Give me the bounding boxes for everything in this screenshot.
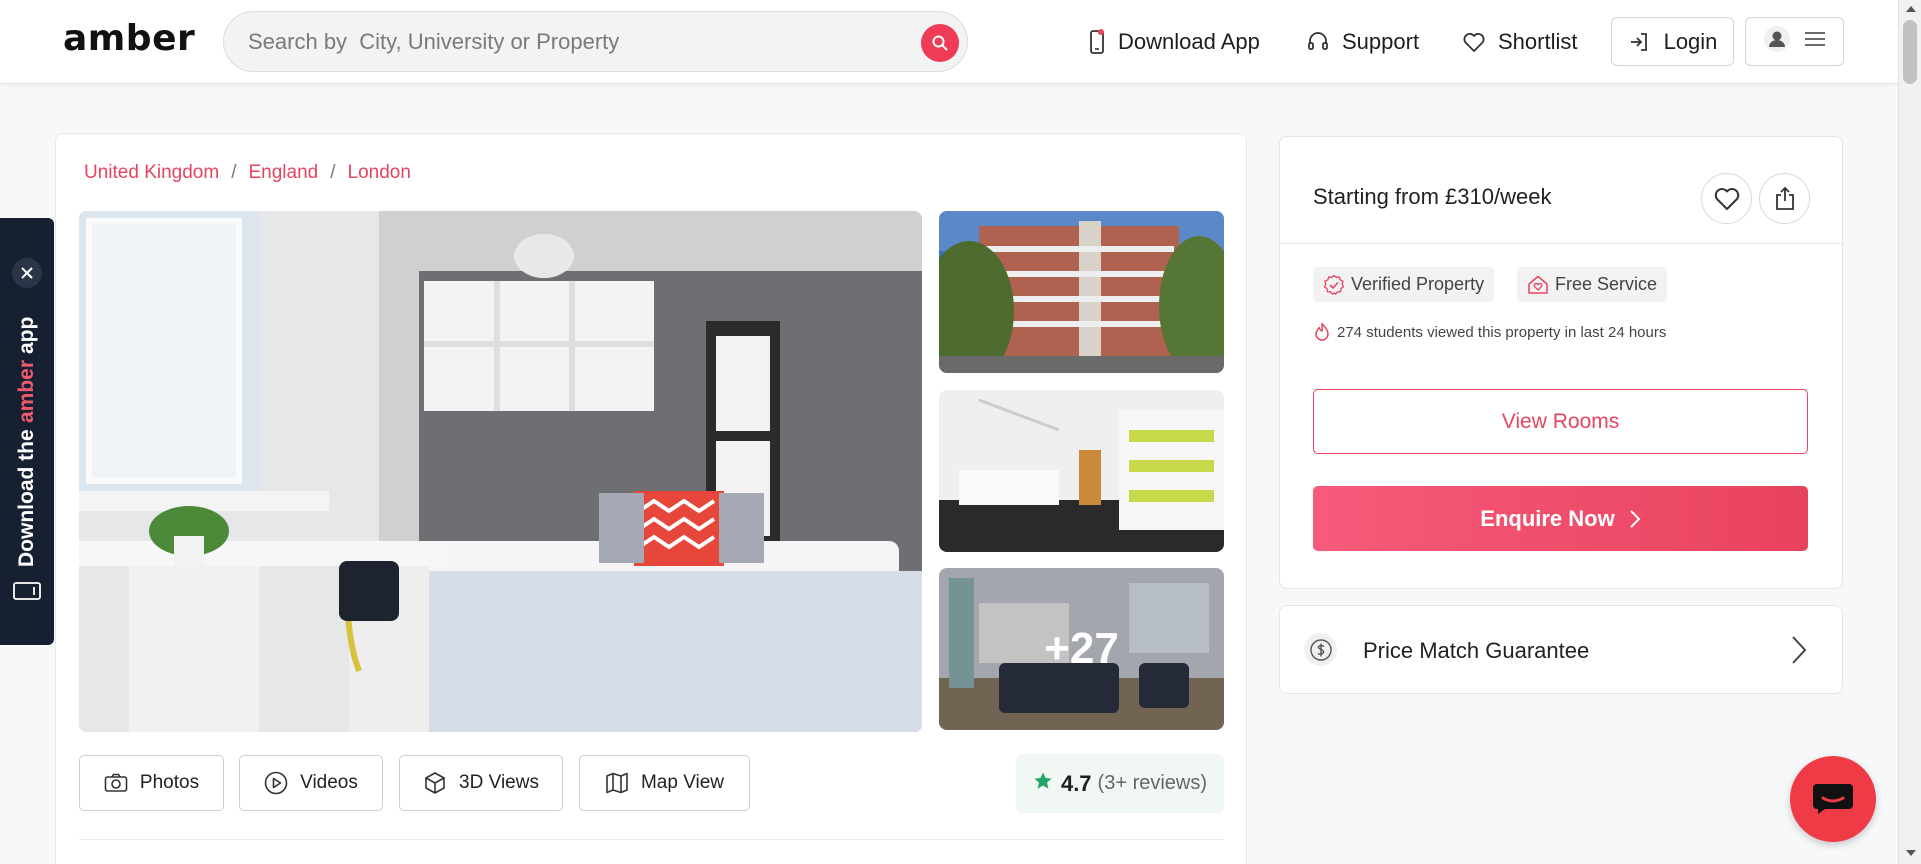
- map-view-button[interactable]: Map View: [579, 755, 750, 811]
- enquire-now-button[interactable]: Enquire Now: [1313, 486, 1808, 551]
- fire-icon: [1313, 322, 1331, 342]
- booking-panel-header: Starting from £310/week: [1280, 137, 1842, 244]
- star-icon: [1033, 771, 1053, 797]
- scroll-down-arrow[interactable]: [1906, 850, 1916, 856]
- download-app-label: Download App: [1118, 29, 1260, 54]
- breadcrumb-item-city[interactable]: London: [348, 162, 411, 184]
- device-icon: [12, 580, 42, 602]
- free-service-label: Free Service: [1555, 274, 1658, 294]
- chevron-right-icon: [1790, 634, 1808, 666]
- gallery-thumbnail[interactable]: [939, 390, 1224, 552]
- 3d-views-label: 3D Views: [459, 772, 539, 793]
- map-icon: [605, 772, 629, 794]
- property-gallery-card: United Kingdom / England / London +27 Ph…: [55, 133, 1247, 864]
- rating-reviews-count: (3+ reviews): [1097, 772, 1208, 794]
- heart-icon: [1714, 187, 1739, 210]
- scroll-thumb[interactable]: [1903, 20, 1917, 84]
- recent-views-notice: 274 students viewed this property in las…: [1313, 322, 1666, 342]
- share-icon: [1775, 186, 1794, 210]
- gallery-thumbnail[interactable]: [939, 211, 1224, 373]
- breadcrumb-item-country[interactable]: United Kingdom: [84, 162, 219, 184]
- search-input[interactable]: [248, 26, 888, 58]
- more-photos-count: +27: [939, 568, 1224, 730]
- photos-label: Photos: [139, 772, 200, 793]
- section-divider: [79, 839, 1224, 840]
- download-app-link[interactable]: Download App: [1088, 26, 1260, 58]
- videos-label: Videos: [300, 772, 358, 793]
- verified-badge-icon: [1323, 274, 1345, 296]
- breadcrumb-separator: /: [231, 162, 237, 183]
- shortlist-label: Shortlist: [1498, 29, 1578, 54]
- support-link[interactable]: Support: [1306, 26, 1419, 58]
- headset-icon: [1306, 30, 1330, 54]
- cube-icon: [423, 771, 447, 795]
- breadcrumb-separator: /: [330, 162, 336, 183]
- map-view-label: Map View: [640, 772, 725, 793]
- main-property-photo[interactable]: [79, 211, 922, 732]
- login-label: Login: [1663, 28, 1718, 54]
- rating-score: 4.7: [1060, 770, 1092, 796]
- starting-price: Starting from £310/week: [1313, 184, 1552, 209]
- view-rooms-button[interactable]: View Rooms: [1313, 389, 1808, 454]
- breadcrumb-item-region[interactable]: England: [248, 162, 318, 184]
- recent-views-text: 274 students viewed this property in las…: [1337, 323, 1667, 341]
- price-match-guarantee-card[interactable]: Price Match Guarantee: [1279, 605, 1843, 694]
- verified-property-tag: Verified Property: [1313, 267, 1495, 302]
- login-button[interactable]: Login: [1611, 17, 1734, 66]
- dollar-icon: [1304, 633, 1337, 666]
- menu-icon: [1804, 31, 1826, 52]
- support-label: Support: [1342, 29, 1420, 54]
- close-banner-button[interactable]: [12, 258, 42, 288]
- banner-brand: amber: [15, 360, 38, 424]
- home-icon: [1527, 274, 1549, 296]
- free-service-tag: Free Service: [1517, 267, 1668, 302]
- breadcrumb: United Kingdom / England / London: [84, 162, 411, 184]
- share-button[interactable]: [1759, 173, 1810, 224]
- heart-icon: [1462, 31, 1486, 53]
- camera-icon: [104, 773, 128, 793]
- chat-support-button[interactable]: [1790, 756, 1876, 842]
- close-icon: [21, 267, 33, 279]
- verified-property-label: Verified Property: [1351, 274, 1485, 294]
- photos-button[interactable]: Photos: [79, 755, 224, 811]
- search-bar: [223, 11, 968, 72]
- chevron-right-icon: [1629, 509, 1641, 529]
- page-scrollbar[interactable]: [1898, 0, 1921, 864]
- amber-logo[interactable]: amber: [63, 18, 195, 59]
- videos-button[interactable]: Videos: [239, 755, 383, 811]
- user-menu-button[interactable]: [1745, 17, 1844, 66]
- top-header: amber Download App Support Shortlist Log…: [0, 0, 1898, 84]
- search-button[interactable]: [921, 24, 959, 62]
- scroll-up-arrow[interactable]: [1906, 6, 1916, 12]
- shortlist-link[interactable]: Shortlist: [1462, 26, 1577, 58]
- 3d-views-button[interactable]: 3D Views: [399, 755, 563, 811]
- banner-suffix: app: [15, 317, 38, 355]
- rating-badge[interactable]: 4.7 (3+ reviews): [1016, 754, 1224, 813]
- gallery-thumbnail-more[interactable]: +27: [939, 568, 1224, 730]
- price-match-label: Price Match Guarantee: [1363, 638, 1590, 663]
- chat-icon: [1813, 784, 1853, 814]
- banner-prefix: Download the: [15, 429, 38, 567]
- phone-icon: [1088, 29, 1106, 55]
- login-icon: [1628, 31, 1650, 53]
- shortlist-button[interactable]: [1701, 173, 1752, 224]
- booking-panel: Starting from £310/week Verified Propert…: [1279, 136, 1843, 589]
- play-icon: [264, 771, 288, 795]
- download-app-banner-text: Download the amber app: [12, 302, 42, 582]
- download-app-banner[interactable]: Download the amber app: [0, 218, 54, 645]
- search-icon: [932, 35, 948, 51]
- user-icon: [1763, 25, 1791, 58]
- enquire-now-label: Enquire Now: [1480, 505, 1615, 531]
